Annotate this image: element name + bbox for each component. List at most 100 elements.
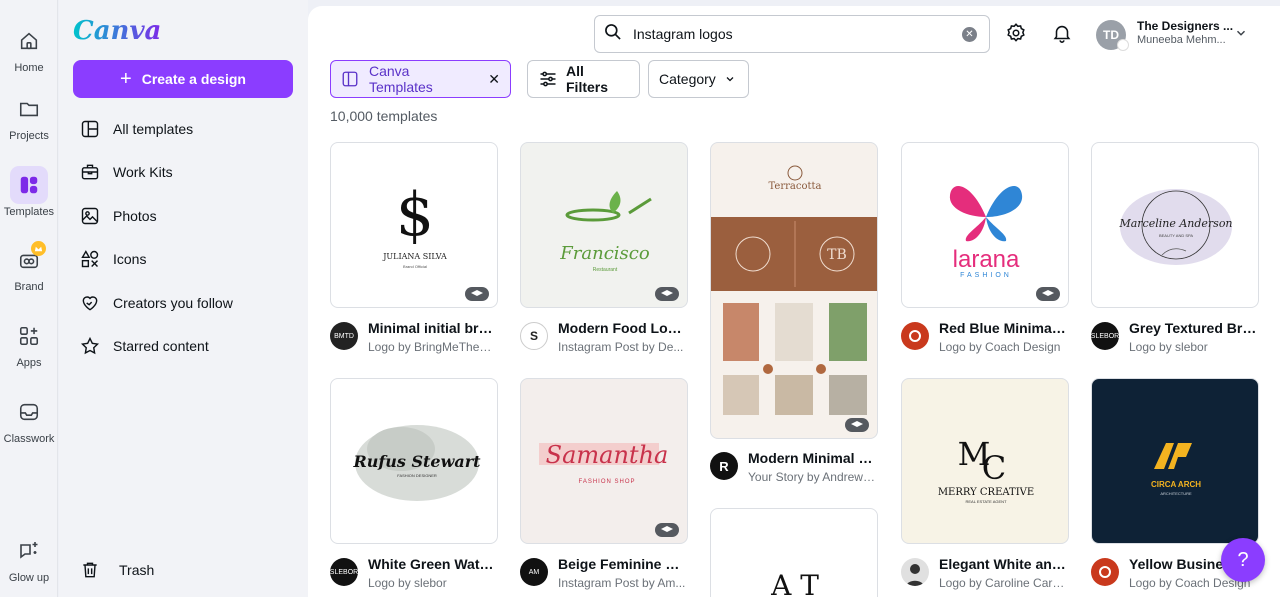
- premium-cap-icon: [465, 287, 489, 301]
- template-card[interactable]: Rufus Stewart FASHION DESIGNER: [330, 378, 498, 544]
- svg-text:A T: A T: [770, 569, 819, 597]
- thumbnail: CIRCA ARCH ARCHITECTURE: [1151, 443, 1201, 496]
- template-subtitle[interactable]: Logo by slebor: [368, 576, 496, 590]
- sidebar-item-label: All templates: [113, 120, 194, 137]
- template-card[interactable]: CIRCA ARCH ARCHITECTURE: [1091, 378, 1259, 544]
- template-meta: BMTD Minimal initial bra... Logo by Brin…: [330, 320, 500, 360]
- template-meta: S Modern Food Log... Instagram Post by D…: [520, 320, 690, 360]
- template-title[interactable]: Modern Food Log...: [558, 320, 686, 336]
- template-title[interactable]: Elegant White and ...: [939, 556, 1067, 572]
- template-subtitle[interactable]: Logo by BringMeTheD...: [368, 340, 496, 354]
- rail-templates[interactable]: Templates: [0, 166, 58, 218]
- template-card[interactable]: $ JULIANA SILVA Brand Official: [330, 142, 498, 308]
- sidebar-item-work-kits[interactable]: Work Kits: [79, 151, 294, 195]
- help-button[interactable]: ?: [1221, 538, 1265, 582]
- svg-text:Marceline Anderson: Marceline Anderson: [1118, 217, 1232, 230]
- thumbnail: Samantha FASHION SHOP: [539, 441, 669, 485]
- svg-text:$: $: [396, 180, 434, 250]
- template-title[interactable]: Modern Minimal B...: [748, 450, 876, 466]
- bell-icon[interactable]: [1050, 21, 1074, 45]
- svg-text:Samantha: Samantha: [546, 441, 669, 469]
- template-title[interactable]: White Green Wate...: [368, 556, 496, 572]
- all-templates-icon: [79, 118, 101, 140]
- creator-avatar: R: [710, 452, 738, 480]
- chevron-down-icon[interactable]: [1234, 26, 1248, 45]
- sidebar-item-label: Work Kits: [113, 164, 173, 181]
- template-subtitle[interactable]: Logo by Coach Design: [939, 340, 1067, 354]
- rail-apps[interactable]: Apps: [0, 317, 58, 369]
- thumbnail: A T: [770, 569, 819, 597]
- sidebar-item-trash[interactable]: Trash: [79, 559, 154, 581]
- svg-text:ARCHITECTURE: ARCHITECTURE: [1160, 491, 1192, 496]
- creator-avatar: SLEBOR: [330, 558, 358, 586]
- sidebar-item-starred[interactable]: Starred content: [79, 325, 294, 369]
- rail-brand[interactable]: Brand: [0, 241, 58, 293]
- premium-cap-icon: [845, 418, 869, 432]
- template-subtitle[interactable]: Logo by slebor: [1129, 340, 1257, 354]
- create-design-label: Create a design: [141, 71, 246, 87]
- template-title[interactable]: Beige Feminine Be...: [558, 556, 686, 572]
- template-meta: R Modern Minimal B... Your Story by Andr…: [710, 450, 880, 490]
- svg-text:larana: larana: [953, 246, 1020, 273]
- thumbnail: Rufus Stewart FASHION DESIGNER: [352, 425, 481, 501]
- chip-label: Canva Templates: [369, 63, 433, 95]
- template-card[interactable]: Samantha FASHION SHOP: [520, 378, 688, 544]
- template-card[interactable]: Terracotta TB: [710, 142, 878, 439]
- template-filter-icon: [341, 70, 359, 88]
- premium-cap-icon: [655, 523, 679, 537]
- creator-avatar: SLEBOR: [1091, 322, 1119, 350]
- create-design-button[interactable]: + Create a design: [73, 60, 293, 98]
- canva-logo[interactable]: Canva: [73, 16, 161, 46]
- template-subtitle[interactable]: Your Story by Andrew ...: [748, 470, 876, 484]
- template-title[interactable]: Minimal initial bra...: [368, 320, 496, 336]
- template-subtitle[interactable]: Logo by Caroline Carri...: [939, 576, 1067, 590]
- search-icon: [603, 22, 623, 47]
- rail-glow-up-label: Glow up: [8, 572, 50, 584]
- settings-gear-icon[interactable]: [1004, 21, 1028, 45]
- all-filters-button[interactable]: All Filters: [527, 60, 640, 98]
- sidebar-item-label: Icons: [113, 251, 147, 268]
- sidebar-item-photos[interactable]: Photos: [79, 194, 294, 238]
- template-title[interactable]: Grey Textured Bru...: [1129, 320, 1257, 336]
- thumbnail: M C MERRY CREATIVE REAL ESTATE AGENT: [938, 435, 1034, 504]
- rail-home[interactable]: Home: [0, 22, 58, 74]
- template-meta: AM Beige Feminine Be... Instagram Post b…: [520, 556, 690, 596]
- template-meta: SLEBOR Grey Textured Bru... Logo by sleb…: [1091, 320, 1261, 360]
- inbox-icon: [10, 393, 48, 431]
- template-card[interactable]: A T: [710, 508, 878, 597]
- template-card[interactable]: Marceline Anderson BEAUTY AND SPA: [1091, 142, 1259, 308]
- template-subtitle[interactable]: Instagram Post by Am...: [558, 576, 686, 590]
- premium-cap-icon: [1036, 287, 1060, 301]
- template-meta: Red Blue Minimali... Logo by Coach Desig…: [901, 320, 1071, 360]
- remove-filter-icon[interactable]: ✕: [488, 71, 500, 88]
- svg-text:BEAUTY AND SPA: BEAUTY AND SPA: [1159, 233, 1193, 238]
- sparkle-chat-icon: [10, 532, 48, 570]
- sidebar: Canva + Create a design All templates Wo…: [59, 0, 308, 597]
- template-subtitle[interactable]: Instagram Post by De...: [558, 340, 686, 354]
- rail-classwork[interactable]: Classwork: [0, 393, 58, 445]
- rail-projects[interactable]: Projects: [0, 90, 58, 142]
- svg-text:REAL ESTATE AGENT: REAL ESTATE AGENT: [965, 499, 1007, 504]
- chip-canva-templates[interactable]: Canva Templates ✕: [330, 60, 511, 98]
- sidebar-item-label: Starred content: [113, 338, 209, 355]
- template-title[interactable]: Red Blue Minimali...: [939, 320, 1067, 336]
- result-count: 10,000 templates: [330, 108, 438, 124]
- template-card[interactable]: Francisco Restaurant: [520, 142, 688, 308]
- account-switcher[interactable]: The Designers ... Muneeba Mehm...: [1137, 19, 1233, 48]
- template-meta: Elegant White and ... Logo by Caroline C…: [901, 556, 1071, 596]
- template-card[interactable]: larana FASHION: [901, 142, 1069, 308]
- sidebar-item-all-templates[interactable]: All templates: [79, 107, 294, 151]
- svg-text:MERRY CREATIVE: MERRY CREATIVE: [938, 487, 1034, 498]
- template-card[interactable]: M C MERRY CREATIVE REAL ESTATE AGENT: [901, 378, 1069, 544]
- category-dropdown[interactable]: Category: [648, 60, 749, 98]
- sidebar-item-icons[interactable]: Icons: [79, 238, 294, 282]
- search-input[interactable]: Instagram logos ✕: [594, 15, 990, 53]
- rail-glow-up[interactable]: Glow up: [0, 532, 58, 584]
- sidebar-item-creators[interactable]: Creators you follow: [79, 281, 294, 325]
- svg-text:TB: TB: [827, 247, 847, 263]
- creator-avatar: AM: [520, 558, 548, 586]
- svg-text:FASHION SHOP: FASHION SHOP: [578, 479, 635, 485]
- svg-text:CIRCA ARCH: CIRCA ARCH: [1151, 480, 1201, 489]
- clear-search-icon[interactable]: ✕: [962, 26, 977, 42]
- account-user: Muneeba Mehm...: [1137, 34, 1226, 46]
